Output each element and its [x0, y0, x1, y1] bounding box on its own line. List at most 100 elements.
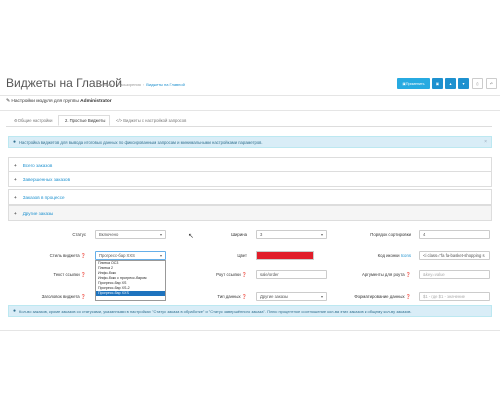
- mouse-cursor-icon: ↖: [188, 233, 194, 240]
- data-format-label: Форматирование данных❓: [345, 294, 411, 300]
- widget-style-value: Прогресс-бар XXS: [99, 253, 135, 258]
- icon-code-label: Код иконки Icons: [345, 253, 411, 258]
- info-alert-text: Настройка виджетов для вывода итоговых д…: [19, 139, 263, 145]
- save-icon: ▣: [435, 81, 440, 86]
- widget-style-select[interactable]: Прогресс-бар XXS ▾: [95, 251, 166, 260]
- status-value: Включено: [99, 232, 119, 237]
- widget-style-label: Стиль виджета❓: [20, 253, 86, 259]
- link-route-value: sale/order: [260, 272, 279, 277]
- chevron-down-icon: ▾: [320, 294, 323, 299]
- data-format-input[interactable]: $1 - где $1 - значение: [419, 292, 490, 301]
- chevron-down-icon: ▾: [320, 232, 323, 237]
- accordion-label: Всего заказов: [22, 162, 53, 168]
- file-icon: ▯: [476, 81, 479, 86]
- link-route-label: Роут ссылки❓: [190, 272, 247, 278]
- panel-heading-group: Administrator: [80, 99, 112, 104]
- breadcrumb-separator: ›: [114, 82, 116, 87]
- tab-simple-widgets[interactable]: 2. Простые Виджеты: [58, 115, 110, 126]
- data-format-label-text: Форматирование данных: [354, 294, 405, 299]
- widget-style-dropdown: Плитка OC3 Плитка 2 Инфо-бокс Инфо-бокс …: [95, 260, 166, 301]
- route-args-input[interactable]: &key=value: [419, 270, 490, 279]
- widget-style-label-text: Стиль виджета: [49, 253, 80, 258]
- question-icon: ❓: [241, 294, 247, 299]
- tab-label: 2. Простые Виджеты: [65, 118, 106, 123]
- close-icon[interactable]: ×: [484, 139, 487, 145]
- link-text-label: Текст ссылки❓: [20, 272, 86, 278]
- data-type-label: Тип данных❓: [190, 294, 247, 300]
- download-icon: ▼: [461, 81, 466, 86]
- breadcrumb-extensions[interactable]: Расширения: [118, 82, 141, 87]
- accordion-label: Завершенных заказов: [22, 176, 71, 182]
- back-button[interactable]: ↶: [486, 78, 497, 89]
- tab-query-widgets[interactable]: </> Виджеты с настройкой запросов: [110, 115, 190, 126]
- tab-general-settings[interactable]: ⚙ Общие настройки: [8, 115, 60, 126]
- accordion-completed-orders[interactable]: + Завершенных заказов: [8, 171, 492, 187]
- copy-button[interactable]: ▲: [445, 78, 456, 89]
- panel-heading: ✎ Настройки модуля для группы Administra…: [6, 99, 112, 104]
- data-type-value: Другие заказы: [260, 294, 288, 299]
- minus-icon: +: [14, 210, 17, 216]
- header-divider: [0, 95, 500, 96]
- save-button[interactable]: ▣: [432, 78, 443, 89]
- color-swatch: [257, 252, 313, 259]
- sort-order-value: 4: [423, 232, 426, 237]
- apply-label: Применить: [405, 81, 425, 86]
- sort-order-label: Порядок сортировки: [370, 232, 411, 237]
- panel-heading-prefix: Настройки модуля для группы: [11, 99, 79, 104]
- question-icon: ❓: [80, 294, 86, 299]
- accordion-label: Другие заказы: [22, 210, 54, 216]
- info-circle-icon: ●: [13, 308, 17, 314]
- breadcrumb-current[interactable]: Виджеты на Главной: [146, 82, 185, 87]
- info-circle-icon: ●: [13, 139, 17, 145]
- download-button[interactable]: ▼: [458, 78, 469, 89]
- icon-code-value: <i class="fa fa-basket-shopping s: [423, 253, 485, 258]
- description-alert: ● Кол-во заказов, кроме заказов со статус…: [8, 305, 492, 317]
- panel-divider: [0, 110, 500, 111]
- route-args-label-text: Аргументы для роута: [362, 272, 405, 277]
- file-button[interactable]: ▯: [472, 78, 483, 89]
- plus-icon: +: [14, 176, 17, 182]
- widget-heading-label-text: Заголовок виджета: [41, 294, 80, 299]
- widget-heading-label: Заголовок виджета❓: [20, 294, 86, 300]
- route-args-placeholder: &key=value: [423, 272, 445, 277]
- description-alert-text: Кол-во заказов, кроме заказов со статуса…: [19, 308, 412, 314]
- dropdown-option-selected[interactable]: Прогресс-бар XXS: [96, 291, 165, 296]
- question-icon: ❓: [80, 272, 86, 277]
- data-format-placeholder: $1 - где $1 - значение: [423, 294, 465, 299]
- back-icon: ↶: [489, 81, 493, 86]
- accordion-processing-orders[interactable]: + Заказов в процессе: [8, 189, 492, 205]
- accordion-other-orders[interactable]: + Другие заказы: [8, 205, 492, 221]
- accordion-label: Заказов в процессе: [22, 194, 65, 200]
- width-select[interactable]: 3 ▾: [256, 230, 327, 239]
- footer-divider: [0, 330, 500, 331]
- link-route-label-text: Роут ссылки: [216, 272, 241, 277]
- status-label: Статус: [72, 232, 86, 237]
- plus-icon: +: [14, 194, 17, 200]
- color-picker[interactable]: [256, 251, 314, 260]
- tab-label: Общие настройки: [17, 118, 53, 123]
- chevron-down-icon: ▾: [159, 253, 162, 258]
- width-label: Ширина: [231, 232, 247, 237]
- question-icon: ❓: [405, 272, 411, 277]
- info-alert: ● Настройка виджетов для вывода итоговых …: [8, 136, 492, 148]
- copy-icon: ▲: [448, 81, 453, 86]
- route-args-label: Аргументы для роута❓: [345, 272, 411, 278]
- tab-label: </> Виджеты с настройкой запросов: [116, 118, 187, 123]
- question-icon: ❓: [80, 253, 86, 258]
- breadcrumb-home[interactable]: Главная: [97, 82, 112, 87]
- breadcrumb: Главная › Расширения › Виджеты на Главной: [97, 82, 185, 87]
- data-type-select[interactable]: Другие заказы ▾: [256, 292, 327, 301]
- icon-code-input[interactable]: <i class="fa fa-basket-shopping s: [419, 251, 490, 260]
- plus-icon: +: [14, 162, 17, 168]
- status-select[interactable]: Включено ▾: [95, 230, 166, 239]
- apply-button[interactable]: ▣ Применить: [397, 78, 430, 89]
- chevron-down-icon: ▾: [159, 232, 162, 237]
- tabs-divider: [6, 126, 492, 127]
- icons-link[interactable]: Icons: [401, 253, 411, 258]
- data-type-label-text: Тип данных: [217, 294, 241, 299]
- sort-order-input[interactable]: 4: [419, 230, 490, 239]
- width-value: 3: [260, 232, 263, 237]
- link-route-input[interactable]: sale/order: [256, 270, 327, 279]
- icon-code-label-text: Код иконки: [377, 253, 400, 258]
- question-icon: ❓: [405, 294, 411, 299]
